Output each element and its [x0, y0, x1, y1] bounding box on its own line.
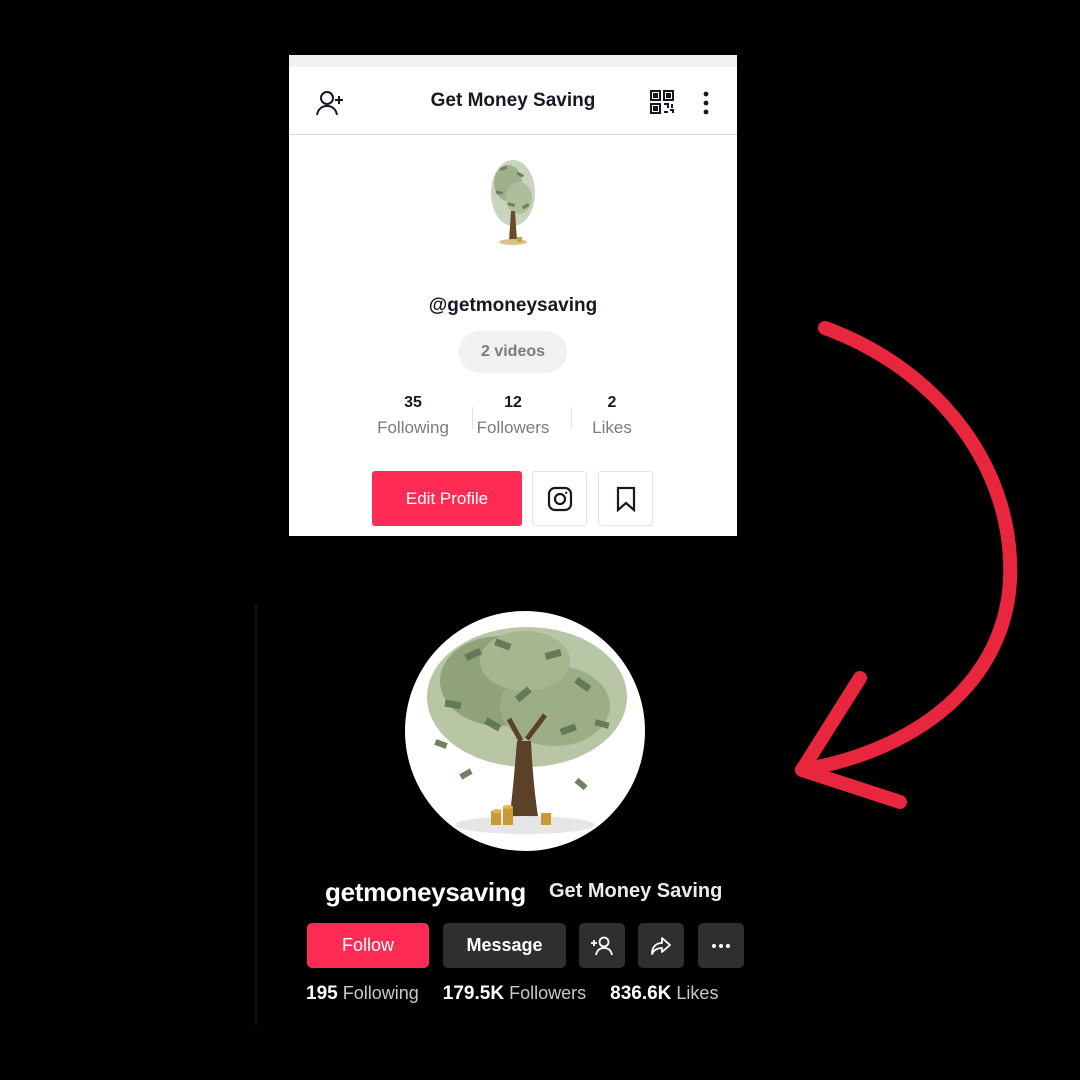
- stat-label: Likes: [676, 983, 719, 1003]
- stat-value: 836.6K: [610, 983, 672, 1004]
- stat-value: 195: [306, 983, 338, 1004]
- add-friend-button[interactable]: [579, 923, 625, 968]
- stat-value: 12: [504, 394, 522, 411]
- more-button[interactable]: [698, 923, 744, 968]
- avatar: [491, 160, 535, 245]
- money-tree-image: [427, 627, 627, 834]
- stat-label: Following: [342, 983, 419, 1003]
- stat-following[interactable]: 195 Following: [306, 983, 419, 1005]
- profile-nickname: Get Money Saving: [549, 880, 723, 902]
- stat-followers[interactable]: 12 Followers: [463, 393, 563, 443]
- add-friend-icon: [591, 936, 613, 955]
- bookmark-icon: [616, 486, 635, 512]
- instagram-icon: [547, 486, 572, 511]
- share-button[interactable]: [638, 923, 684, 968]
- instagram-button[interactable]: [532, 471, 587, 526]
- more-horizontal-icon: [712, 943, 730, 948]
- profile-card-dark: getmoneysaving Get Money Saving Follow M…: [255, 605, 773, 1025]
- qr-code-icon[interactable]: [649, 89, 675, 115]
- message-button[interactable]: Message: [443, 923, 566, 968]
- follow-button[interactable]: Follow: [307, 923, 429, 968]
- stat-value: 179.5K: [442, 983, 505, 1004]
- favorites-button[interactable]: [598, 471, 653, 526]
- stat-following[interactable]: 35 Following: [363, 393, 463, 443]
- stat-value: 2: [607, 394, 617, 411]
- profile-card-light: Get Money Saving @getmoneysaving 2 video…: [289, 55, 737, 536]
- stat-value: 35: [404, 394, 422, 411]
- stat-label: Followers: [509, 983, 587, 1003]
- profile-header: Get Money Saving: [289, 67, 737, 135]
- more-vertical-icon[interactable]: [697, 89, 715, 117]
- stat-label: Following: [377, 418, 449, 437]
- profile-handle: @getmoneysaving: [428, 295, 598, 316]
- profile-stats: 195 Following 179.5K Followers 836.6K Li…: [306, 983, 718, 1005]
- stat-label: Followers: [476, 418, 550, 437]
- edit-profile-button[interactable]: Edit Profile: [372, 471, 522, 526]
- stat-likes: 836.6K Likes: [610, 983, 718, 1005]
- top-strip: [289, 55, 737, 67]
- videos-count-badge[interactable]: 2 videos: [459, 331, 567, 373]
- profile-username: getmoneysaving: [325, 877, 526, 907]
- share-icon: [651, 936, 671, 955]
- stat-likes: 2 Likes: [562, 393, 662, 443]
- stat-label: Likes: [592, 418, 632, 437]
- stat-followers[interactable]: 179.5K Followers: [443, 983, 586, 1005]
- avatar: [405, 611, 645, 851]
- curved-arrow-icon: [795, 321, 1018, 809]
